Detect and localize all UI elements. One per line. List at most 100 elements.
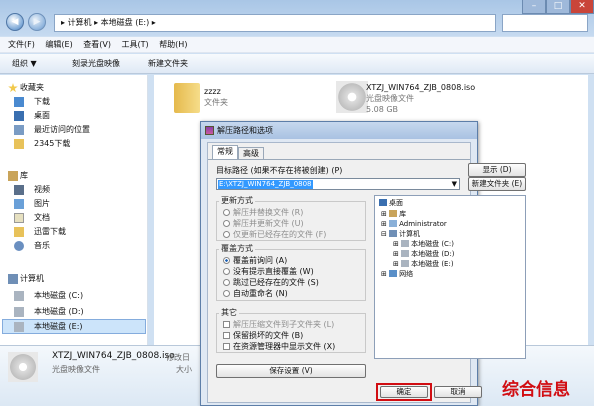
new-folder-button[interactable]: 新建文件夹 (148, 54, 188, 74)
tab-general[interactable]: 常规 (212, 145, 238, 159)
pictures-icon (14, 199, 24, 209)
star-icon (8, 83, 18, 93)
disc-image-icon (8, 352, 38, 382)
path-input[interactable]: E:\XTZJ_WIN764_ZJB_0808 ▼ (216, 178, 460, 190)
search-input[interactable] (502, 14, 588, 32)
file-size: 5.08 GB (366, 105, 399, 114)
nav-item-videos[interactable]: 视频 (34, 184, 50, 196)
tree-node-drive-e[interactable]: ⊞ 本地磁盘 (E:) (393, 260, 454, 269)
tree-node-desktop[interactable]: 桌面 (379, 199, 403, 208)
tree-node-drive-c[interactable]: ⊞ 本地磁盘 (C:) (393, 240, 454, 249)
misc-label: 其它 (219, 308, 239, 318)
nav-item-desktop[interactable]: 桌面 (34, 110, 50, 122)
ok-button[interactable]: 确定 (380, 386, 428, 398)
music-icon (14, 241, 24, 251)
radio-skip-existing[interactable]: 跳过已经存在的文件 (S) (223, 278, 319, 288)
folder-icon[interactable] (174, 83, 200, 113)
overwrite-mode-label: 覆盖方式 (219, 244, 255, 254)
computer-icon (389, 230, 398, 237)
details-file-name: XTZJ_WIN764_ZJB_0808.iso (52, 351, 175, 361)
tree-node-network[interactable]: ⊞ 网络 (381, 270, 413, 279)
tab-divider (208, 159, 470, 160)
disc-image-icon[interactable] (336, 81, 368, 113)
radio-overwrite-without-prompt[interactable]: 没有提示直接覆盖 (W) (223, 267, 314, 277)
save-settings-button[interactable]: 保存设置 (V) (216, 364, 366, 378)
library-icon (389, 210, 398, 217)
back-icon[interactable]: ◀ (6, 13, 24, 31)
address-bar[interactable]: ▸ 计算机 ▸ 本地磁盘 (E:) ▸ (54, 14, 496, 32)
file-name-zzzz[interactable]: zzzz (204, 87, 221, 97)
tree-node-library[interactable]: ⊞ 库 (381, 210, 406, 219)
radio-extract-replace[interactable]: 解压并替换文件 (R) (223, 208, 303, 218)
file-name-iso[interactable]: XTZJ_WIN764_ZJB_0808.iso (366, 83, 475, 93)
breadcrumb-drive[interactable]: 本地磁盘 (E:) (101, 18, 150, 27)
nav-drive-e[interactable]: 本地磁盘 (E:) (34, 321, 83, 333)
breadcrumb-computer[interactable]: 计算机 (68, 18, 92, 27)
radio-auto-rename[interactable]: 自动重命名 (N) (223, 289, 288, 299)
organize-button[interactable]: 组织 ▼ (12, 54, 37, 74)
checkbox-extract-to-subfolder[interactable]: 解压压缩文件到子文件夹 (L) (223, 320, 334, 330)
nav-item-pictures[interactable]: 图片 (34, 198, 50, 210)
nav-item-downloads[interactable]: 下载 (34, 96, 50, 108)
dropdown-arrow-icon[interactable]: ▼ (452, 179, 457, 189)
checkbox-keep-broken-files[interactable]: 保留损坏的文件 (B) (223, 331, 303, 341)
forward-icon[interactable]: ▶ (28, 13, 46, 31)
nav-favorites[interactable]: 收藏夹 (20, 82, 44, 94)
nav-computer[interactable]: 计算机 (20, 273, 44, 285)
title-bar: ◀ ▶ ▸ 计算机 ▸ 本地磁盘 (E:) ▸ – □ ✕ (0, 0, 594, 36)
download-icon (14, 97, 24, 107)
details-size-label: 大小 (176, 365, 192, 374)
video-icon (14, 185, 24, 195)
tab-advanced[interactable]: 高级 (238, 147, 264, 159)
menu-tools[interactable]: 工具(T) (114, 37, 149, 53)
network-icon (389, 270, 398, 277)
radio-update-existing[interactable]: 仅更新已经存在的文件 (F) (223, 230, 326, 240)
folder-icon (14, 139, 24, 149)
radio-extract-update[interactable]: 解压并更新文件 (U) (223, 219, 304, 229)
winrar-icon (205, 126, 214, 135)
nav-libraries[interactable]: 库 (20, 170, 28, 182)
radio-ask-before-overwrite[interactable]: 覆盖前询问 (A) (223, 256, 287, 266)
nav-item-2345-downloads[interactable]: 2345下载 (34, 138, 70, 150)
nav-drive-c[interactable]: 本地磁盘 (C:) (34, 290, 83, 302)
show-button[interactable]: 显示 (D) (468, 163, 526, 177)
documents-icon (14, 213, 24, 223)
misc-group: 其它 解压压缩文件到子文件夹 (L) 保留损坏的文件 (B) 在资源管理器中显示… (216, 308, 366, 353)
details-modified-label: 修改日 (166, 353, 190, 362)
folder-tree[interactable]: 桌面 ⊞ 库 ⊞ Administrator ⊟ 计算机 ⊞ 本地磁盘 (C:)… (374, 195, 526, 359)
cancel-button[interactable]: 取消 (434, 386, 482, 398)
overwrite-mode-group: 覆盖方式 覆盖前询问 (A) 没有提示直接覆盖 (W) 跳过已经存在的文件 (S… (216, 244, 366, 301)
nav-item-recent[interactable]: 最近访问的位置 (34, 124, 90, 136)
update-mode-group: 更新方式 解压并替换文件 (R) 解压并更新文件 (U) 仅更新已经存在的文件 … (216, 196, 366, 241)
desktop-icon (379, 199, 387, 206)
nav-item-music[interactable]: 音乐 (34, 240, 50, 252)
path-value: E:\XTZJ_WIN764_ZJB_0808 (218, 180, 313, 189)
menu-help[interactable]: 帮助(H) (151, 37, 187, 53)
checkbox-show-in-explorer[interactable]: 在资源管理器中显示文件 (X) (223, 342, 335, 352)
watermark-text: 综合信息 (502, 380, 570, 400)
minimize-button[interactable]: – (522, 0, 546, 14)
close-button[interactable]: ✕ (570, 0, 594, 14)
maximize-button[interactable]: □ (546, 0, 570, 14)
burn-disc-image-button[interactable]: 刻录光盘映像 (72, 54, 120, 74)
nav-item-xunlei-downloads[interactable]: 迅雷下载 (34, 226, 66, 238)
dialog-title-bar: 解压路径和选项 (201, 122, 477, 139)
menu-file[interactable]: 文件(F) (0, 37, 35, 53)
new-folder-button[interactable]: 新建文件夹 (E) (468, 177, 526, 191)
nav-drive-d[interactable]: 本地磁盘 (D:) (34, 306, 84, 318)
tree-node-computer[interactable]: ⊟ 计算机 (381, 230, 420, 239)
library-icon (8, 171, 18, 181)
tree-node-administrator[interactable]: ⊞ Administrator (381, 220, 447, 229)
menu-edit[interactable]: 编辑(E) (37, 37, 72, 53)
update-mode-label: 更新方式 (219, 196, 255, 206)
chevron-icon: ▸ (91, 18, 101, 27)
navigation-pane: 收藏夹 下载 桌面 最近访问的位置 2345下载 库 视频 图片 文档 迅雷下载… (0, 75, 148, 345)
drive-icon (14, 291, 24, 301)
drive-icon (14, 307, 24, 317)
details-file-type: 光盘映像文件 (52, 365, 100, 374)
menu-view[interactable]: 查看(V) (75, 37, 111, 53)
nav-item-documents[interactable]: 文档 (34, 212, 50, 224)
computer-icon (8, 274, 18, 284)
dialog-title: 解压路径和选项 (217, 126, 273, 135)
tree-node-drive-d[interactable]: ⊞ 本地磁盘 (D:) (393, 250, 455, 259)
